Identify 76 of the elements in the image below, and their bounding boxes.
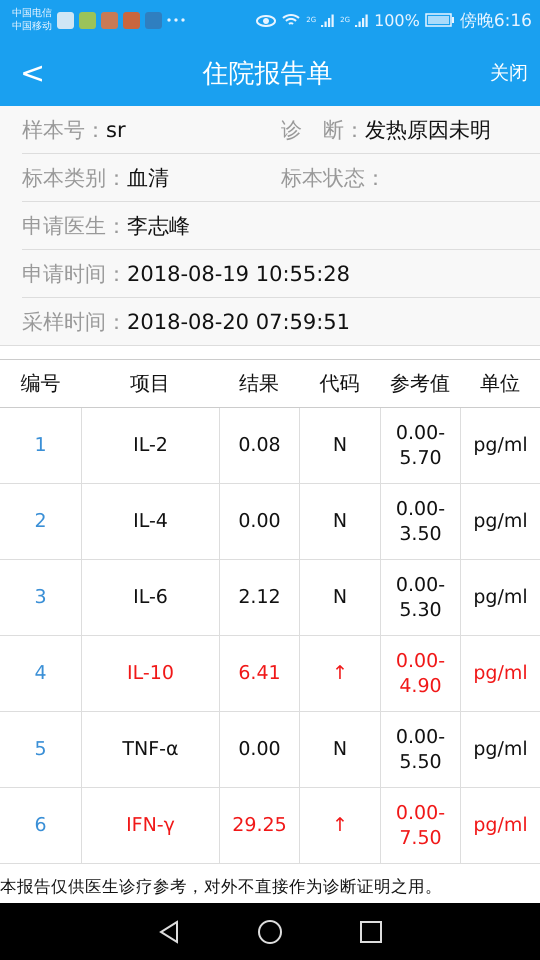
signal-icon (355, 13, 370, 27)
disclaimer-text: 本报告仅供医生诊疗参考，对外不直接作为诊断证明之用。 (0, 876, 443, 898)
field-label: 标本状态： (281, 164, 386, 192)
field-value: 2018-08-19 10:55:28 (127, 262, 350, 286)
back-button[interactable]: < (20, 56, 46, 90)
table-cell: 6.41 (219, 636, 299, 712)
table-cell: TNF-α (81, 712, 219, 788)
carrier-name: 中国移动 (12, 20, 52, 33)
clock-time: 傍晚6:16 (460, 10, 532, 32)
home-icon[interactable] (256, 918, 283, 944)
field-value: sr (106, 118, 126, 142)
table-cell: IFN-γ (81, 788, 219, 864)
field-label: 采样时间： (22, 308, 127, 336)
field-label: 样本号： (22, 116, 106, 144)
table-cell: pg/ml (460, 788, 540, 864)
table-cell: N (299, 484, 380, 560)
table-cell: pg/ml (460, 408, 540, 484)
field-value: 发热原因未明 (365, 116, 491, 144)
table-cell: N (299, 712, 380, 788)
row-number: 3 (0, 560, 81, 636)
back-nav-icon[interactable] (158, 920, 180, 944)
table-cell: ↑ (299, 636, 380, 712)
row-number: 1 (0, 408, 81, 484)
close-button[interactable]: 关闭 (490, 60, 528, 86)
field-value: 血清 (127, 164, 169, 192)
row-number: 4 (0, 636, 81, 712)
notification-icon (145, 12, 162, 28)
battery-percent: 100% (374, 10, 420, 30)
table-cell: pg/ml (460, 712, 540, 788)
notification-icon (123, 12, 140, 28)
table-cell: pg/ml (460, 636, 540, 712)
table-cell: 0.00- 5.70 (380, 408, 460, 484)
column-header: 代码 (299, 360, 380, 408)
table-cell: IL-6 (81, 560, 219, 636)
table-cell: IL-10 (81, 636, 219, 712)
table-cell: 0.00- 5.50 (380, 712, 460, 788)
field-label: 申请医生： (22, 212, 127, 240)
notification-icon (57, 12, 74, 28)
more-icon (167, 18, 185, 22)
row-number: 5 (0, 712, 81, 788)
table-cell: 29.25 (219, 788, 299, 864)
carrier-name: 中国电信 (12, 7, 52, 20)
field-value: 李志峰 (127, 212, 190, 240)
signal-icon (321, 13, 336, 27)
column-header: 项目 (81, 360, 219, 408)
table-cell: 0.00 (219, 712, 299, 788)
row-number: 6 (0, 788, 81, 864)
table-cell: 0.00- 5.30 (380, 560, 460, 636)
table-cell: pg/ml (460, 484, 540, 560)
eye-icon (256, 13, 276, 27)
notification-icon (101, 12, 118, 28)
table-cell: 0.00- 4.90 (380, 636, 460, 712)
page-title: 住院报告单 (202, 58, 333, 90)
table-cell: 0.00- 3.50 (380, 484, 460, 560)
table-cell: 0.00 (219, 484, 299, 560)
table-cell: 2.12 (219, 560, 299, 636)
column-header: 结果 (219, 360, 299, 408)
battery-icon (424, 13, 455, 27)
column-header: 单位 (460, 360, 540, 408)
row-number: 2 (0, 484, 81, 560)
table-cell: IL-4 (81, 484, 219, 560)
table-cell: ↑ (299, 788, 380, 864)
field-label: 标本类别： (22, 164, 127, 192)
column-header: 编号 (0, 360, 81, 408)
field-value: 2018-08-20 07:59:51 (127, 310, 350, 334)
column-header: 参考值 (380, 360, 460, 408)
table-cell: pg/ml (460, 560, 540, 636)
table-cell: N (299, 560, 380, 636)
table-cell: 0.08 (219, 408, 299, 484)
table-cell: 0.00- 7.50 (380, 788, 460, 864)
table-cell: IL-2 (81, 408, 219, 484)
notification-icon (79, 12, 96, 28)
field-label: 申请时间： (22, 260, 127, 288)
table-cell: N (299, 408, 380, 484)
recents-icon[interactable] (360, 920, 382, 942)
field-label: 诊 断： (281, 116, 365, 144)
